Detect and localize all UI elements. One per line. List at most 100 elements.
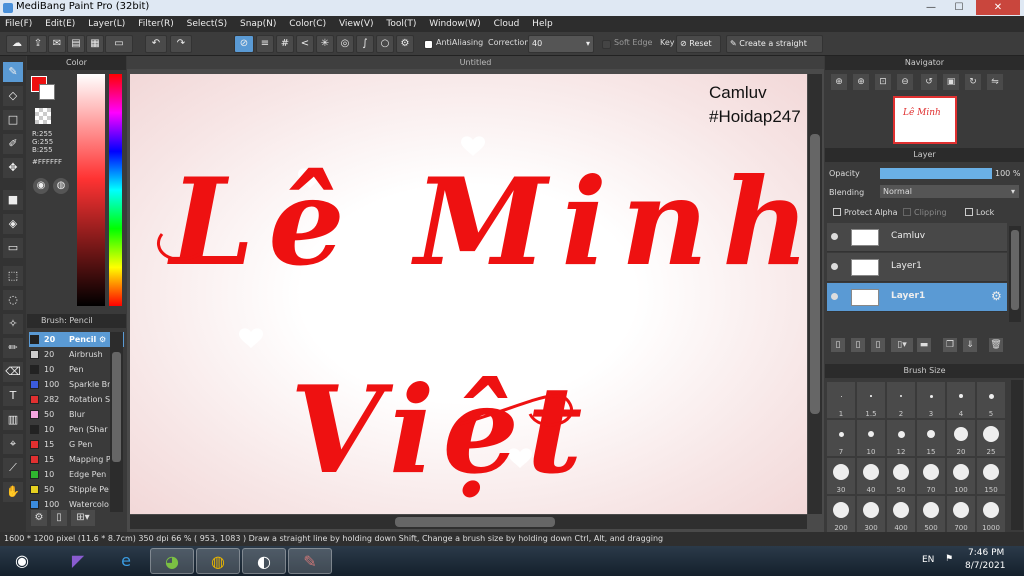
start-button-icon[interactable]: ◉ xyxy=(4,548,40,574)
lock-checkbox[interactable] xyxy=(965,208,973,216)
new-8bit-layer-icon[interactable]: ▯ xyxy=(871,338,885,352)
correction-select[interactable]: 40 ▾ xyxy=(528,35,594,53)
brush-size-option[interactable]: 2 xyxy=(887,382,915,418)
settings-gear-icon[interactable]: ⚙ xyxy=(396,35,414,53)
share-icon[interactable]: ⇪ xyxy=(29,35,47,53)
menu-cloud[interactable]: Cloud xyxy=(489,16,525,32)
flip-icon[interactable]: ⇋ xyxy=(987,74,1003,90)
cloud-icon[interactable]: ☁ xyxy=(6,35,28,53)
zoom-out-icon[interactable]: ⊖ xyxy=(897,74,913,90)
divide-tool-icon[interactable]: ▥ xyxy=(3,410,23,430)
circle-snap-icon[interactable]: ◎ xyxy=(336,35,354,53)
paint-icon[interactable]: ✎ xyxy=(288,548,332,574)
save-icon[interactable]: ▦ xyxy=(86,35,104,53)
secondary-color-swatch[interactable] xyxy=(39,84,55,100)
rotate-left-icon[interactable]: ↺ xyxy=(921,74,937,90)
parallel-snap-icon[interactable]: ≡ xyxy=(256,35,274,53)
gradient-tool-icon[interactable]: ▭ xyxy=(3,238,23,258)
menu-file[interactable]: File(F) xyxy=(0,16,37,32)
visibility-icon[interactable] xyxy=(831,263,838,270)
magic-wand-tool-icon[interactable]: ✧ xyxy=(3,314,23,334)
visibility-icon[interactable] xyxy=(831,293,838,300)
brush-size-option[interactable]: 1.5 xyxy=(857,382,885,418)
layer-settings-icon[interactable]: ⚙ xyxy=(991,289,1002,303)
zoom-in-icon[interactable]: ⊕ xyxy=(831,74,847,90)
trash-icon[interactable]: 🗑 xyxy=(989,338,1003,352)
saturation-value-picker[interactable] xyxy=(77,74,105,306)
grid-snap-icon[interactable]: # xyxy=(276,35,294,53)
brush-size-option[interactable]: 12 xyxy=(887,420,915,456)
protect-alpha-checkbox[interactable] xyxy=(833,208,841,216)
brush-size-option[interactable]: 15 xyxy=(917,420,945,456)
palette-icon[interactable]: ◉ xyxy=(33,178,49,194)
layer-row[interactable]: Layer1 xyxy=(827,253,1007,282)
brush-size-option[interactable]: 20 xyxy=(947,420,975,456)
brush-size-option[interactable]: 30 xyxy=(827,458,855,494)
brush-settings-icon[interactable]: ⚙ xyxy=(31,510,47,526)
curve-snap-icon[interactable]: ∫ xyxy=(356,35,374,53)
text-tool-icon[interactable]: T xyxy=(3,386,23,406)
navigator-thumbnail[interactable]: Lê Minh xyxy=(893,96,957,144)
new-file-icon[interactable]: ▤ xyxy=(67,35,85,53)
menu-color[interactable]: Color(C) xyxy=(284,16,331,32)
brush-size-option[interactable]: 200 xyxy=(827,496,855,532)
transparent-color-swatch[interactable] xyxy=(35,108,51,124)
reset-button[interactable]: ⊘ Reset xyxy=(676,35,721,53)
duplicate-layer-icon[interactable]: ❐ xyxy=(943,338,957,352)
hand-tool-icon[interactable]: ✋ xyxy=(3,482,23,502)
select-pen-tool-icon[interactable]: ✏ xyxy=(3,338,23,358)
antialiasing-checkbox[interactable] xyxy=(424,40,433,49)
brush-size-option[interactable]: 50 xyxy=(887,458,915,494)
layer-scroll-thumb[interactable] xyxy=(1011,230,1019,310)
sync-icon[interactable]: ▭ xyxy=(105,35,133,53)
drawing-canvas[interactable]: Camluv #Hoidap247 Lê Minh Việt xyxy=(130,74,807,514)
straight-line-button[interactable]: ✎ Create a straight line xyxy=(726,35,823,64)
new-halftone-layer-icon[interactable]: ▯ xyxy=(851,338,865,352)
canvas-hscroll-thumb[interactable] xyxy=(395,517,555,527)
bucket-tool-icon[interactable]: ◈ xyxy=(3,214,23,234)
hand-pen-tool-icon[interactable]: ⟋ xyxy=(3,458,23,478)
internet-explorer-icon[interactable]: e xyxy=(104,548,148,574)
clock-time[interactable]: 7:46 PM xyxy=(968,548,1004,558)
snap-off-icon[interactable]: ⊘ xyxy=(234,35,254,53)
menu-edit[interactable]: Edit(E) xyxy=(40,16,80,32)
language-indicator[interactable]: EN xyxy=(922,555,934,565)
close-button[interactable]: ✕ xyxy=(976,0,1020,15)
menu-tool[interactable]: Tool(T) xyxy=(381,16,421,32)
layer-scrollbar[interactable] xyxy=(1009,226,1021,322)
blending-select[interactable]: Normal ▾ xyxy=(880,185,1019,198)
hue-slider[interactable] xyxy=(109,74,122,306)
menu-layer[interactable]: Layer(L) xyxy=(83,16,130,32)
merge-down-icon[interactable]: ⇓ xyxy=(963,338,977,352)
dot-tool-icon[interactable]: □ xyxy=(3,110,23,130)
menu-window[interactable]: Window(W) xyxy=(424,16,485,32)
menu-select[interactable]: Select(S) xyxy=(182,16,233,32)
comment-icon[interactable]: ✉ xyxy=(48,35,66,53)
polygon-snap-icon[interactable]: ○ xyxy=(376,35,394,53)
add-brush-icon[interactable]: ⊞▾ xyxy=(71,510,95,526)
fit-window-icon[interactable]: ▣ xyxy=(943,74,959,90)
brush-size-option[interactable]: 40 xyxy=(857,458,885,494)
lasso-tool-icon[interactable]: ◌ xyxy=(3,290,23,310)
app-launcher-icon[interactable]: ◕ xyxy=(150,548,194,574)
visual-studio-icon[interactable]: ◤ xyxy=(56,548,100,574)
layer-row[interactable]: Layer1 ⚙ xyxy=(827,283,1007,312)
eraser-tool-icon[interactable]: ◇ xyxy=(3,86,23,106)
rotate-right-icon[interactable]: ↻ xyxy=(965,74,981,90)
brush-size-option[interactable]: 5 xyxy=(977,382,1005,418)
brush-scroll-thumb[interactable] xyxy=(112,352,121,462)
opacity-slider[interactable] xyxy=(880,168,992,179)
canvas-vscrollbar[interactable] xyxy=(808,74,822,514)
shape-tool-icon[interactable]: ■ xyxy=(3,190,23,210)
menu-filter[interactable]: Filter(R) xyxy=(133,16,179,32)
brush-gear-icon[interactable]: ⚙ xyxy=(99,332,106,347)
canvas-vscroll-thumb[interactable] xyxy=(810,134,820,414)
brush-size-option[interactable]: 100 xyxy=(947,458,975,494)
flag-icon[interactable]: ⚑ xyxy=(945,554,953,564)
brush-size-option[interactable]: 3 xyxy=(917,382,945,418)
brush-size-option[interactable]: 7 xyxy=(827,420,855,456)
medibang-icon[interactable]: ◐ xyxy=(242,548,286,574)
brush-scrollbar[interactable] xyxy=(110,332,123,512)
clock-date[interactable]: 8/7/2021 xyxy=(965,561,1005,571)
chrome-icon[interactable]: ◍ xyxy=(196,548,240,574)
